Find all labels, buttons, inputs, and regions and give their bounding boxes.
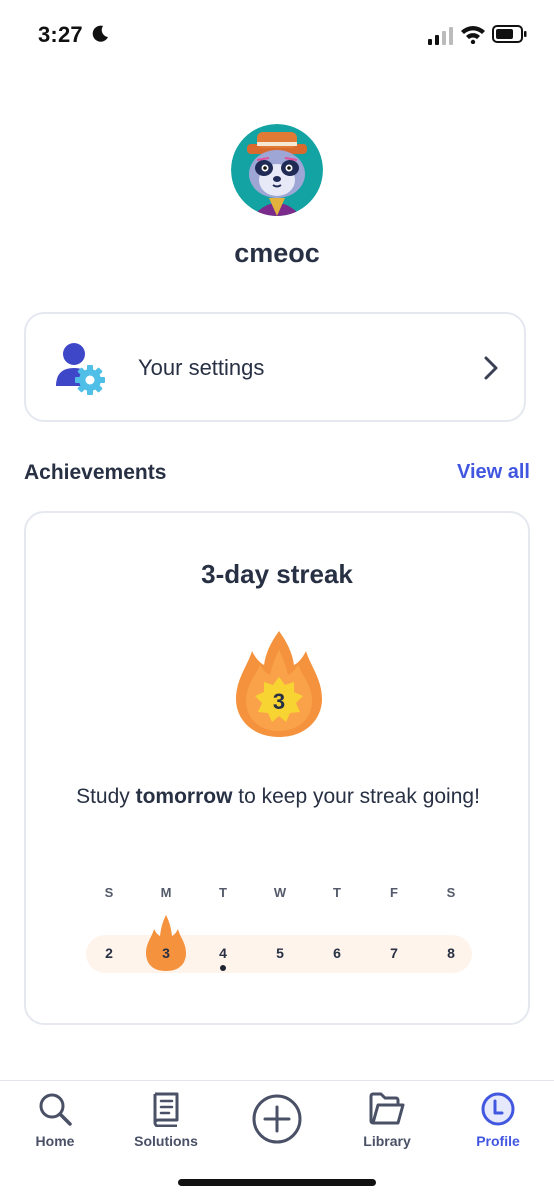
day-number: 7	[390, 945, 398, 961]
day-number: 3	[162, 945, 170, 961]
nav-create[interactable]	[232, 1093, 322, 1145]
username: cmeoc	[234, 238, 320, 268]
nav-library[interactable]: Library	[342, 1091, 432, 1149]
home-indicator	[178, 1179, 376, 1186]
day-cell: 6	[317, 933, 357, 973]
day-number: 4	[219, 945, 227, 961]
avatar[interactable]	[231, 124, 323, 216]
streak-day-flame-icon	[146, 915, 186, 971]
battery-icon	[492, 25, 527, 43]
search-icon	[39, 1093, 72, 1126]
moon-icon	[92, 25, 108, 42]
day-cell: 5	[260, 933, 300, 973]
settings-label: Your settings	[138, 355, 265, 380]
settings-button[interactable]: Your settings	[24, 312, 526, 422]
week-letter: S	[446, 885, 456, 900]
week-letter: M	[160, 885, 172, 900]
view-all-link[interactable]: View all	[457, 461, 530, 484]
status-time: 3:27	[38, 22, 83, 47]
nav-home-label: Home	[35, 1133, 75, 1149]
week-letter: S	[104, 885, 114, 900]
day-number: 8	[447, 945, 455, 961]
streak-flame-icon: 3	[236, 631, 322, 737]
nav-solutions[interactable]: Solutions	[121, 1091, 211, 1149]
achievements-title: Achievements	[24, 461, 167, 484]
nav-library-label: Library	[363, 1133, 411, 1149]
nav-profile-label: Profile	[476, 1133, 520, 1149]
nav-solutions-label: Solutions	[134, 1133, 198, 1149]
day-cell: 4	[203, 933, 243, 973]
day-cell: 2	[89, 933, 129, 973]
book-icon	[153, 1092, 179, 1127]
week-letter: W	[273, 885, 287, 900]
cellular-signal-icon	[428, 27, 453, 45]
week-letter: T	[333, 885, 341, 900]
streak-title: 3-day streak	[201, 559, 353, 589]
status-bar: 3:27	[0, 0, 554, 70]
folder-icon	[369, 1092, 405, 1125]
week-days: 2 3 4 5 6 7 8	[86, 915, 478, 993]
day-cell: 3	[146, 915, 186, 973]
streak-count: 3	[273, 689, 285, 714]
nav-profile[interactable]: Profile	[453, 1091, 543, 1149]
user-gear-icon	[56, 343, 105, 395]
day-cell: 8	[431, 933, 471, 973]
streak-card: 3-day streak 3 Study tomorrow to keep yo…	[24, 511, 530, 1025]
day-number: 6	[333, 945, 341, 961]
chevron-right-icon	[484, 356, 498, 380]
streak-message: Study tomorrow to keep your streak going…	[76, 785, 480, 808]
panda-avatar-icon	[231, 124, 323, 216]
wifi-icon	[461, 26, 485, 44]
day-number: 2	[105, 945, 113, 961]
nav-home[interactable]: Home	[10, 1091, 100, 1149]
plus-circle-icon	[252, 1094, 302, 1144]
today-indicator	[220, 965, 226, 971]
profile-icon	[481, 1092, 515, 1126]
day-cell: 7	[374, 933, 414, 973]
week-letter: F	[390, 885, 398, 900]
day-number: 5	[276, 945, 284, 961]
week-letter: T	[219, 885, 227, 900]
week-letters: SMTWTFS	[86, 885, 478, 905]
